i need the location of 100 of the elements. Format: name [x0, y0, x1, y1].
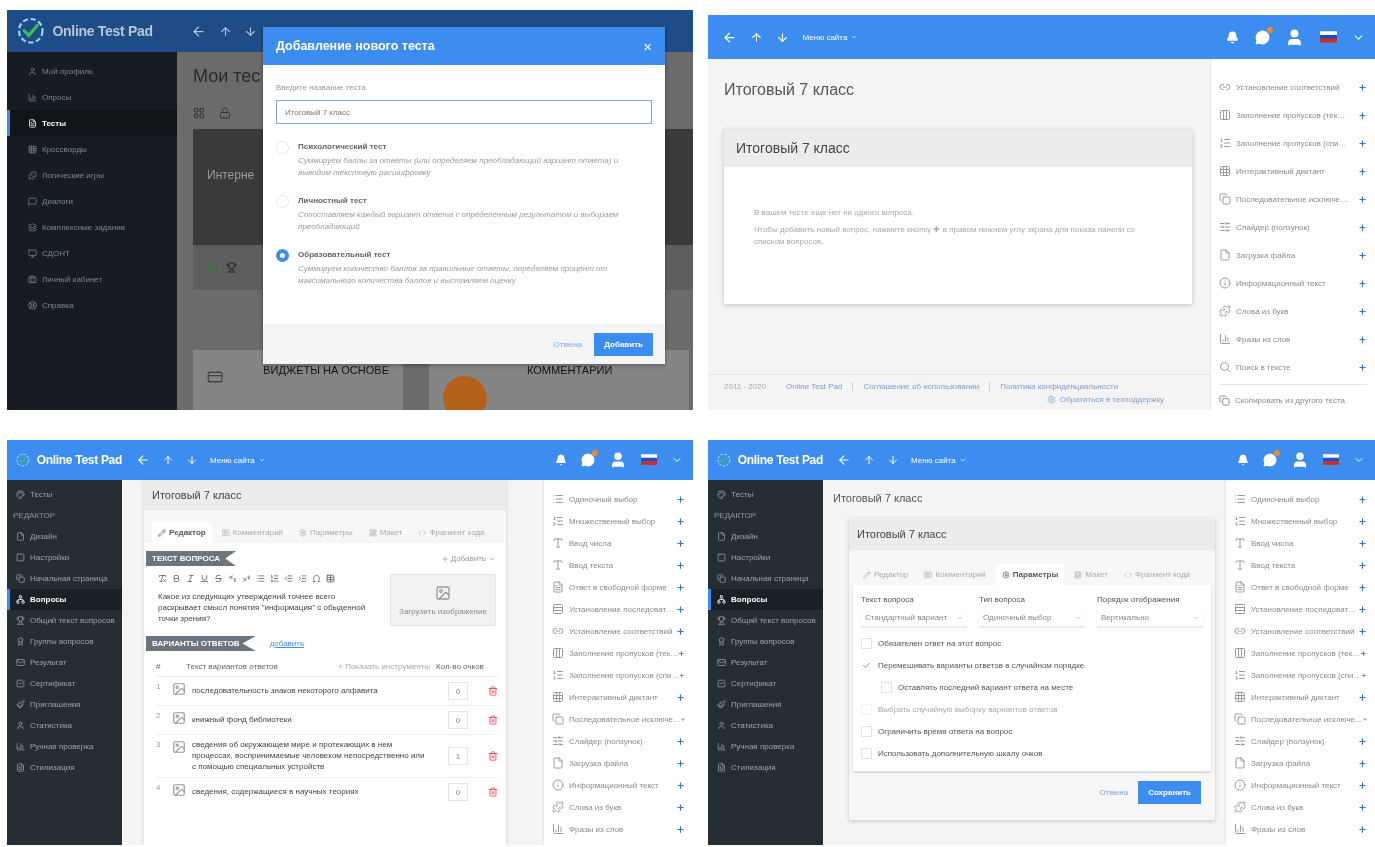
up-arrow-icon[interactable]: [162, 454, 174, 466]
chat-icon[interactable]: [1263, 453, 1277, 467]
add-icon[interactable]: [1358, 824, 1367, 834]
clear-format-icon[interactable]: [158, 574, 167, 583]
up-arrow-icon[interactable]: [750, 30, 764, 44]
add-icon[interactable]: [1361, 670, 1367, 680]
question-type-item[interactable]: Одиночный выбор: [552, 493, 638, 505]
add-button[interactable]: Добавить: [594, 332, 653, 356]
up-arrow-icon[interactable]: [218, 24, 232, 38]
sidebar-item[interactable]: Группы вопросов: [708, 631, 823, 652]
bullet-list-icon[interactable]: [256, 574, 265, 583]
radio-button[interactable]: [276, 249, 289, 262]
add-icon[interactable]: [1358, 626, 1367, 636]
image-icon[interactable]: [172, 740, 186, 754]
down-arrow-icon[interactable]: [244, 24, 258, 38]
tab[interactable]: Комментарий: [215, 522, 290, 543]
sidebar-item[interactable]: Начальная страница: [708, 568, 823, 589]
outdent-icon[interactable]: [284, 574, 293, 583]
question-type-item[interactable]: Слова из букв: [552, 801, 622, 813]
checkbox[interactable]: [861, 660, 872, 671]
question-type-item[interactable]: Поиск в тексте: [1219, 361, 1291, 373]
question-type-item[interactable]: Множественный выбор: [552, 515, 656, 527]
checkbox[interactable]: [881, 682, 892, 693]
trash-icon[interactable]: [488, 787, 498, 798]
add-icon[interactable]: [1358, 692, 1367, 702]
question-type-item[interactable]: Ввод числа: [552, 537, 612, 549]
chat-icon[interactable]: [1254, 29, 1270, 45]
question-type-item[interactable]: Заполнение пропусков (спи…: [552, 669, 680, 681]
grid-view-icon[interactable]: [193, 107, 205, 119]
sidebar-item[interactable]: Начальная страница: [7, 568, 122, 589]
checkbox[interactable]: [861, 748, 872, 759]
sidebar-item[interactable]: Группы вопросов: [7, 631, 122, 652]
answer-text[interactable]: сведения об окружающем мире и протекающих в нем процессах, воспринимаемые человеком непосредственно или с помощью специальных устройств: [192, 740, 428, 773]
sidebar-item[interactable]: Личный кабинет: [7, 266, 177, 292]
table-icon[interactable]: [326, 574, 335, 583]
sidebar-item[interactable]: Комплексные задания: [7, 214, 177, 240]
add-icon[interactable]: [1358, 306, 1367, 316]
down-arrow-icon[interactable]: [186, 454, 198, 466]
support-link[interactable]: Обратиться в техподдержку: [1046, 395, 1164, 404]
add-icon[interactable]: [1358, 250, 1367, 260]
question-type-item[interactable]: Интерактивный диктант: [1234, 691, 1340, 703]
add-icon[interactable]: [1358, 222, 1367, 232]
question-type-item[interactable]: Заполнение пропусков (тек…: [1219, 109, 1346, 121]
subscript-icon[interactable]: [228, 574, 237, 583]
sidebar-item[interactable]: Приглашения: [708, 694, 823, 715]
sidebar-item[interactable]: Приглашения: [7, 694, 122, 715]
question-type-item[interactable]: Информационный текст: [552, 779, 659, 791]
add-icon[interactable]: [1358, 516, 1367, 526]
question-type-item[interactable]: Интерактивный диктант: [1219, 165, 1325, 177]
chat-icon[interactable]: [581, 453, 595, 467]
question-type-item[interactable]: Последовательное исключе…: [1234, 713, 1363, 725]
sidebar-item[interactable]: Ручная проверка: [7, 736, 122, 757]
footer-link[interactable]: Online Test Pad: [776, 382, 853, 391]
bell-icon[interactable]: [555, 454, 567, 466]
add-icon[interactable]: [1358, 494, 1367, 504]
dropdown[interactable]: Вертикально: [1097, 609, 1203, 627]
sidebar-item[interactable]: Вопросы: [7, 589, 122, 610]
sidebar-item[interactable]: Стилизация: [7, 757, 122, 778]
footer-link[interactable]: Политика конфиденциальности: [989, 382, 1129, 391]
score-input[interactable]: 0: [448, 783, 468, 802]
add-icon[interactable]: [676, 494, 685, 504]
close-button[interactable]: ×: [643, 38, 652, 54]
add-icon[interactable]: [676, 604, 685, 614]
sidebar-item[interactable]: Настройки: [708, 547, 823, 568]
add-icon[interactable]: [1358, 278, 1367, 288]
user-icon[interactable]: [1291, 451, 1309, 469]
score-input[interactable]: 1: [448, 747, 468, 766]
add-icon[interactable]: [676, 802, 685, 812]
question-type-item[interactable]: Слайдер (ползунок): [552, 735, 643, 747]
question-type-item[interactable]: Ответ в свободной форме: [1234, 581, 1349, 593]
tab[interactable]: Фрагмент кода: [1117, 564, 1197, 585]
add-icon[interactable]: [676, 582, 685, 592]
add-icon[interactable]: [676, 758, 685, 768]
sidebar-item[interactable]: Мой профиль: [7, 58, 177, 84]
trash-icon[interactable]: [488, 751, 498, 762]
score-input[interactable]: 0: [448, 711, 468, 729]
question-type-item[interactable]: Интерактивный диктант: [552, 691, 658, 703]
add-icon[interactable]: [1358, 582, 1367, 592]
tab[interactable]: Комментарий: [918, 564, 992, 585]
italic-icon[interactable]: [186, 574, 195, 583]
sidebar-item[interactable]: СДОНТ: [7, 240, 177, 266]
save-button[interactable]: Сохранить: [1138, 781, 1201, 804]
checkbox[interactable]: [861, 638, 872, 649]
add-icon[interactable]: [676, 560, 685, 570]
add-icon[interactable]: [1358, 362, 1367, 372]
copy-test-link[interactable]: Скопировать из другого теста: [1219, 384, 1367, 410]
bell-icon[interactable]: [1226, 30, 1240, 44]
sidebar-item[interactable]: Стилизация: [708, 757, 823, 778]
question-type-item[interactable]: Последовательное исключе…: [552, 713, 681, 725]
sidebar-item[interactable]: Сертификат: [7, 673, 122, 694]
question-type-item[interactable]: Слова из букв: [1219, 305, 1289, 317]
sidebar-item[interactable]: Тесты: [7, 110, 177, 136]
question-type-item[interactable]: Установление последоват…: [1234, 603, 1357, 615]
image-icon[interactable]: [172, 711, 186, 725]
question-type-item[interactable]: Установление соответствий: [1234, 625, 1355, 637]
sidebar-item[interactable]: Опросы: [7, 84, 177, 110]
add-answer-link[interactable]: добавить: [269, 639, 305, 648]
sidebar-item[interactable]: Кроссворды: [7, 136, 177, 162]
site-menu-button[interactable]: Меню сайта: [802, 32, 859, 42]
question-text[interactable]: Какое из следующих утверждений точнее всего раскрывает смысл понятия "информация" с обыденной точки зрения?: [158, 592, 380, 625]
